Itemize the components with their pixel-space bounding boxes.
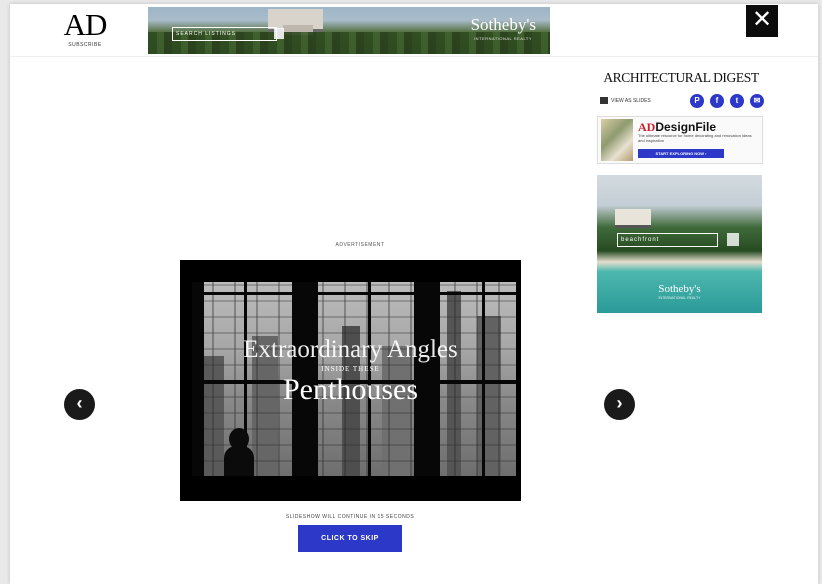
advertisement-label: ADVERTISEMENT: [335, 242, 385, 248]
beach-ad-search-input[interactable]: beachfront: [617, 233, 718, 247]
close-button[interactable]: ✕: [746, 5, 778, 37]
slides-icon: [600, 97, 608, 104]
beach-ad-house-image: [615, 209, 651, 228]
email-icon[interactable]: ✉: [750, 94, 764, 108]
beach-ad-brand: Sotheby's: [658, 283, 701, 295]
video-title-line2: INSIDE THESE: [321, 365, 380, 373]
countdown-text: SLIDESHOW WILL CONTINUE IN 15 SECONDS: [285, 514, 415, 520]
video-title: Extraordinary Angles INSIDE THESE Pentho…: [180, 336, 521, 406]
beach-ad-search-button[interactable]: [727, 233, 739, 246]
prev-slide-button[interactable]: ‹: [64, 389, 95, 420]
click-to-skip-button[interactable]: CLICK TO SKIP: [298, 525, 402, 552]
facebook-icon[interactable]: f: [710, 94, 724, 108]
logo-mark: AD: [63, 7, 108, 42]
beachfront-ad[interactable]: beachfront Sotheby's INTERNATIONAL REALT…: [597, 175, 762, 313]
ad-search-input[interactable]: SEARCH LISTINGS: [172, 27, 277, 41]
top-banner-ad[interactable]: SEARCH LISTINGS Sotheby's INTERNATIONAL …: [148, 7, 550, 54]
ad-logo[interactable]: AD SUBSCRIBE: [60, 7, 110, 48]
twitter-icon[interactable]: t: [730, 94, 744, 108]
ad-search-button[interactable]: [274, 28, 284, 39]
header: AD SUBSCRIBE SEARCH LISTINGS Sotheby's I…: [10, 4, 818, 57]
start-exploring-button[interactable]: START EXPLORING NOW ›: [638, 149, 724, 158]
designfile-ad[interactable]: ADDesignFile The ultimate resource for h…: [597, 116, 763, 164]
subscribe-link[interactable]: SUBSCRIBE: [60, 42, 110, 48]
slideshow-video[interactable]: Extraordinary Angles INSIDE THESE Pentho…: [180, 260, 521, 501]
masthead[interactable]: ARCHITECTURAL DIGEST: [596, 70, 766, 86]
ad-brand-sub: INTERNATIONAL REALTY: [474, 36, 532, 41]
pinterest-icon[interactable]: P: [690, 94, 704, 108]
share-row: VIEW AS SLIDES P f t ✉: [596, 94, 766, 110]
next-slide-button[interactable]: ›: [604, 389, 635, 420]
person-silhouette: [224, 428, 254, 476]
beach-ad-brand-sub: INTERNATIONAL REALTY: [658, 296, 701, 300]
view-slides-label: VIEW AS SLIDES: [611, 97, 651, 104]
view-as-slides-link[interactable]: VIEW AS SLIDES: [600, 97, 651, 104]
window-mullion: [192, 292, 516, 295]
video-title-line3: Penthouses: [283, 373, 418, 406]
sidebar: ARCHITECTURAL DIGEST VIEW AS SLIDES P f …: [596, 70, 766, 313]
designfile-tagline: The ultimate resource for home decoratin…: [638, 133, 752, 143]
video-title-line1: Extraordinary Angles: [243, 336, 458, 363]
ad-brand: Sotheby's: [470, 15, 536, 34]
interstitial-page: AD SUBSCRIBE SEARCH LISTINGS Sotheby's I…: [10, 4, 818, 584]
designfile-ad-image: [601, 119, 633, 161]
